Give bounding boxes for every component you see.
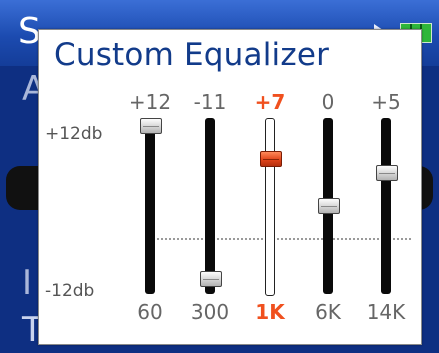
band-frequency-label: 1K <box>255 300 285 324</box>
band-value-label: +7 <box>254 90 286 114</box>
slider-thumb[interactable] <box>260 151 282 167</box>
band-value-label: +5 <box>371 90 401 114</box>
band-6k[interactable]: 0 6K <box>303 88 353 336</box>
slider-track[interactable] <box>205 118 215 294</box>
dialog-title: Custom Equalizer <box>54 37 330 73</box>
band-frequency-label: 60 <box>137 300 163 324</box>
scale-min-label: -12db <box>45 281 95 301</box>
band-frequency-label: 6K <box>315 300 341 324</box>
slider-track[interactable] <box>145 118 155 294</box>
equalizer-panel: +12db -12db +12 60 -11 300 +7 1K 0 6K +5… <box>45 88 415 336</box>
band-1k[interactable]: +7 1K <box>245 88 295 336</box>
band-value-label: 0 <box>321 90 335 114</box>
slider-track[interactable] <box>381 118 391 294</box>
band-60[interactable]: +12 60 <box>125 88 175 336</box>
slider-track[interactable] <box>265 118 275 296</box>
scale-max-label: +12db <box>45 124 103 144</box>
band-value-label: -11 <box>193 90 227 114</box>
band-300[interactable]: -11 300 <box>185 88 235 336</box>
slider-thumb[interactable] <box>140 118 162 134</box>
band-value-label: +12 <box>128 90 172 114</box>
band-14k[interactable]: +5 14K <box>361 88 411 336</box>
equalizer-dialog: Custom Equalizer +12db -12db +12 60 -11 … <box>38 29 422 345</box>
slider-thumb[interactable] <box>200 271 222 287</box>
slider-thumb[interactable] <box>376 165 398 181</box>
slider-thumb[interactable] <box>318 198 340 214</box>
band-frequency-label: 300 <box>190 300 230 324</box>
band-frequency-label: 14K <box>366 300 406 324</box>
background-item-i: I <box>22 263 33 303</box>
